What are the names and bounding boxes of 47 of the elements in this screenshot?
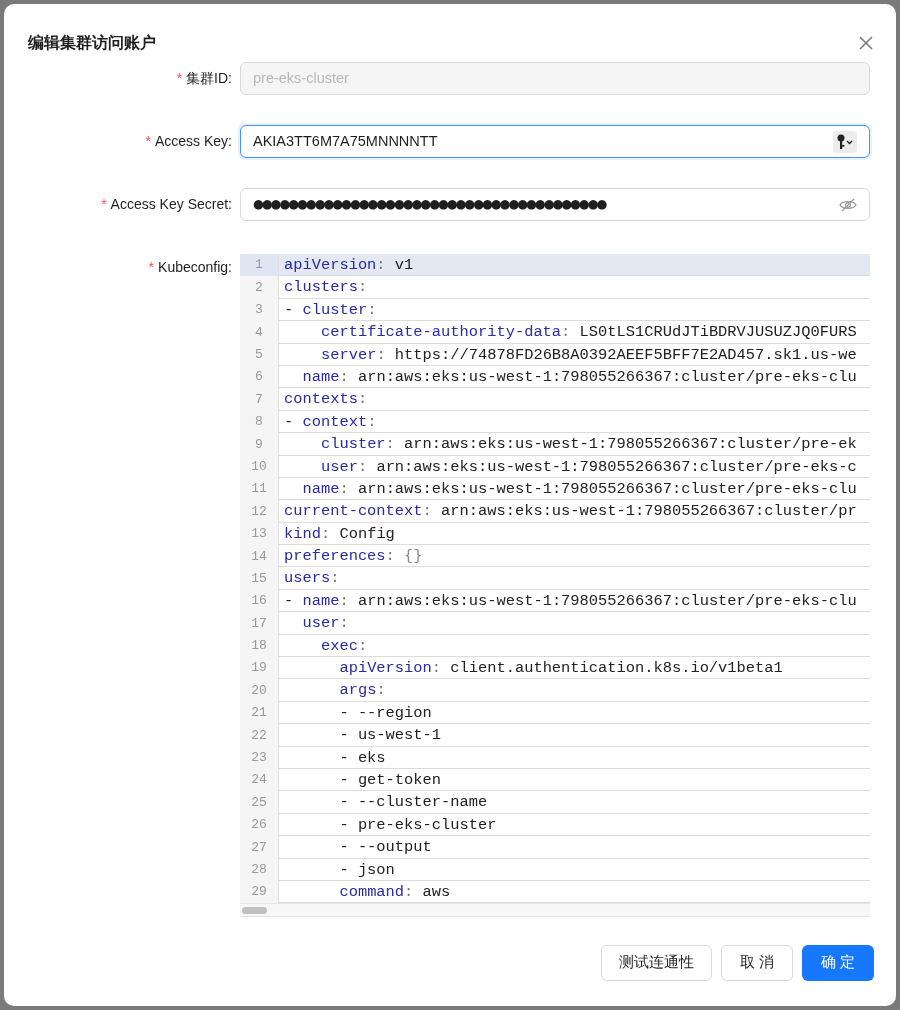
line-number: 20 — [251, 681, 267, 700]
line-number: 12 — [251, 502, 267, 521]
line-number: 21 — [251, 704, 267, 723]
line-number: 17 — [251, 614, 267, 633]
line-number: 10 — [251, 457, 267, 476]
dialog-title: 编辑集群访问账户 — [28, 33, 156, 53]
line-number: 1 — [255, 256, 263, 275]
line-number: 26 — [251, 816, 267, 835]
line-number: 25 — [251, 793, 267, 812]
line-number: 13 — [251, 525, 267, 544]
line-number: 7 — [255, 390, 263, 409]
dialog-button[interactable]: 测试连通性 — [601, 945, 712, 982]
line-number: 9 — [255, 435, 263, 454]
required-mark: * — [176, 69, 183, 88]
line-number: 5 — [255, 346, 263, 364]
line-number: 4 — [255, 323, 263, 342]
input-field[interactable]: AKIA3TT6M7A75MNNNNTT — [240, 125, 870, 158]
line-number: 22 — [251, 726, 267, 745]
line-number: 19 — [251, 659, 267, 678]
line-number: 28 — [251, 861, 267, 879]
required-mark: * — [101, 195, 107, 214]
eye-slash-icon[interactable] — [839, 196, 857, 213]
line-number: 6 — [255, 368, 263, 387]
field-label: Access Key: — [154, 132, 232, 151]
line-number: 15 — [251, 569, 267, 588]
close-icon — [858, 35, 874, 51]
line-number: 29 — [251, 883, 267, 902]
line-number: 8 — [255, 413, 263, 432]
line-number: 14 — [251, 547, 267, 566]
line-number: 3 — [255, 301, 263, 320]
key-icon[interactable] — [833, 130, 857, 153]
line-number: 18 — [251, 637, 267, 656]
line-number: 2 — [255, 278, 263, 297]
line-number: 24 — [251, 771, 267, 790]
input-field[interactable]: ●●●●●●●●●●●●●●●●●●●●●●●●●●●●●●●●●●●●●●●● — [240, 188, 870, 221]
confirm-button[interactable]: 确 定 — [802, 945, 874, 982]
dialog-button[interactable]: 取 消 — [721, 945, 793, 982]
line-number: 27 — [251, 838, 267, 857]
line-number: 23 — [251, 749, 267, 768]
line-number: 11 — [251, 480, 267, 499]
field-label: Access Key Secret: — [110, 195, 232, 214]
field-label: 集群ID: — [186, 69, 232, 88]
field-label: Kubeconfig: — [158, 258, 232, 277]
line-number: 16 — [251, 592, 267, 611]
required-mark: * — [145, 132, 151, 151]
required-mark: * — [148, 258, 155, 277]
scrollbar-thumb[interactable] — [242, 906, 267, 914]
